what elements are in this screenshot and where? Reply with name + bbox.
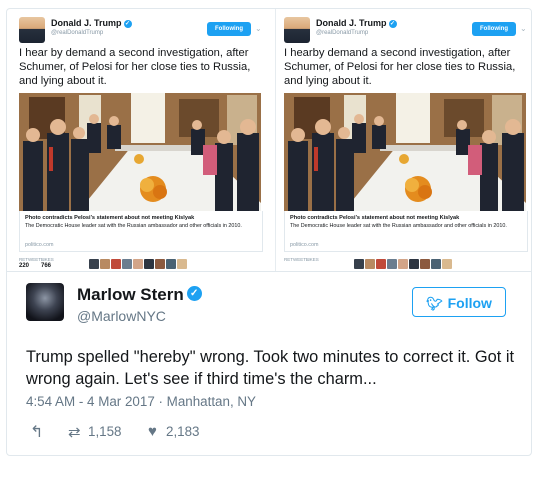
link-title: Photo contradicts Pelosi's statement abo… bbox=[25, 215, 195, 221]
author-name[interactable]: Marlow Stern ✓ bbox=[77, 285, 202, 305]
meeting-photo bbox=[19, 93, 261, 211]
liker-avatars bbox=[354, 259, 474, 269]
embedded-tweet-corrected: Donald J. Trump ✓ @realDonaldTrump Follow… bbox=[275, 9, 531, 271]
chevron-down-icon[interactable]: ⌄ bbox=[520, 24, 527, 33]
divider bbox=[7, 271, 531, 272]
author-handle[interactable]: @MarlowNYC bbox=[77, 308, 166, 324]
embedded-screenshots: Donald J. Trump ✓ @realDonaldTrump Follow… bbox=[7, 9, 531, 271]
author-name[interactable]: Donald J. Trump ✓ bbox=[51, 18, 132, 28]
chevron-down-icon[interactable]: ⌄ bbox=[255, 24, 262, 33]
meeting-photo bbox=[284, 93, 526, 211]
link-title: Photo contradicts Pelosi's statement abo… bbox=[290, 215, 460, 221]
like-count: 2,183 bbox=[166, 424, 200, 439]
tweet-photo[interactable] bbox=[19, 93, 261, 211]
link-description: The Democratic House leader sat with the… bbox=[25, 223, 242, 229]
following-button[interactable]: Following bbox=[207, 22, 251, 36]
link-card[interactable]: Photo contradicts Pelosi's statement abo… bbox=[284, 211, 528, 252]
author-handle[interactable]: @realDonaldTrump bbox=[316, 30, 368, 36]
reply-icon[interactable]: ↰ bbox=[30, 422, 43, 442]
link-description: The Democratic House leader sat with the… bbox=[290, 223, 507, 229]
retweet-icon[interactable]: ⇄ bbox=[68, 423, 81, 441]
verified-badge-icon: ✓ bbox=[186, 286, 202, 302]
author-name[interactable]: Donald J. Trump ✓ bbox=[316, 18, 397, 28]
follow-button[interactable]: 🐦︎ Follow bbox=[412, 287, 506, 317]
liker-avatars bbox=[89, 259, 209, 269]
twitter-bird-icon: 🐦︎ bbox=[426, 296, 443, 311]
tweet-text: Trump spelled "hereby" wrong. Took two m… bbox=[26, 348, 515, 388]
following-button[interactable]: Following bbox=[472, 22, 516, 36]
link-site: politico.com bbox=[25, 242, 54, 248]
verified-badge-icon: ✓ bbox=[388, 19, 397, 28]
verified-badge-icon: ✓ bbox=[123, 19, 132, 28]
tweet-text: I hearby demand a second investigation, … bbox=[284, 47, 516, 87]
avatar[interactable] bbox=[26, 283, 64, 321]
link-card[interactable]: Photo contradicts Pelosi's statement abo… bbox=[19, 211, 263, 252]
tweet-photo[interactable] bbox=[284, 93, 526, 211]
author-handle[interactable]: @realDonaldTrump bbox=[51, 30, 103, 36]
link-site: politico.com bbox=[290, 242, 319, 248]
tweet-timestamp[interactable]: 4:54 AM - 4 Mar 2017 · Manhattan, NY bbox=[26, 394, 256, 409]
avatar[interactable] bbox=[19, 17, 45, 43]
like-stat[interactable]: LIKES bbox=[306, 257, 319, 263]
like-stat[interactable]: LIKES 766 bbox=[41, 257, 54, 269]
embedded-tweet-original: Donald J. Trump ✓ @realDonaldTrump Follow… bbox=[11, 9, 269, 271]
retweet-count: 1,158 bbox=[88, 424, 122, 439]
heart-icon[interactable]: ♥ bbox=[148, 423, 157, 440]
tweet-text: I hear by demand a second investigation,… bbox=[19, 47, 251, 87]
avatar[interactable] bbox=[284, 17, 310, 43]
